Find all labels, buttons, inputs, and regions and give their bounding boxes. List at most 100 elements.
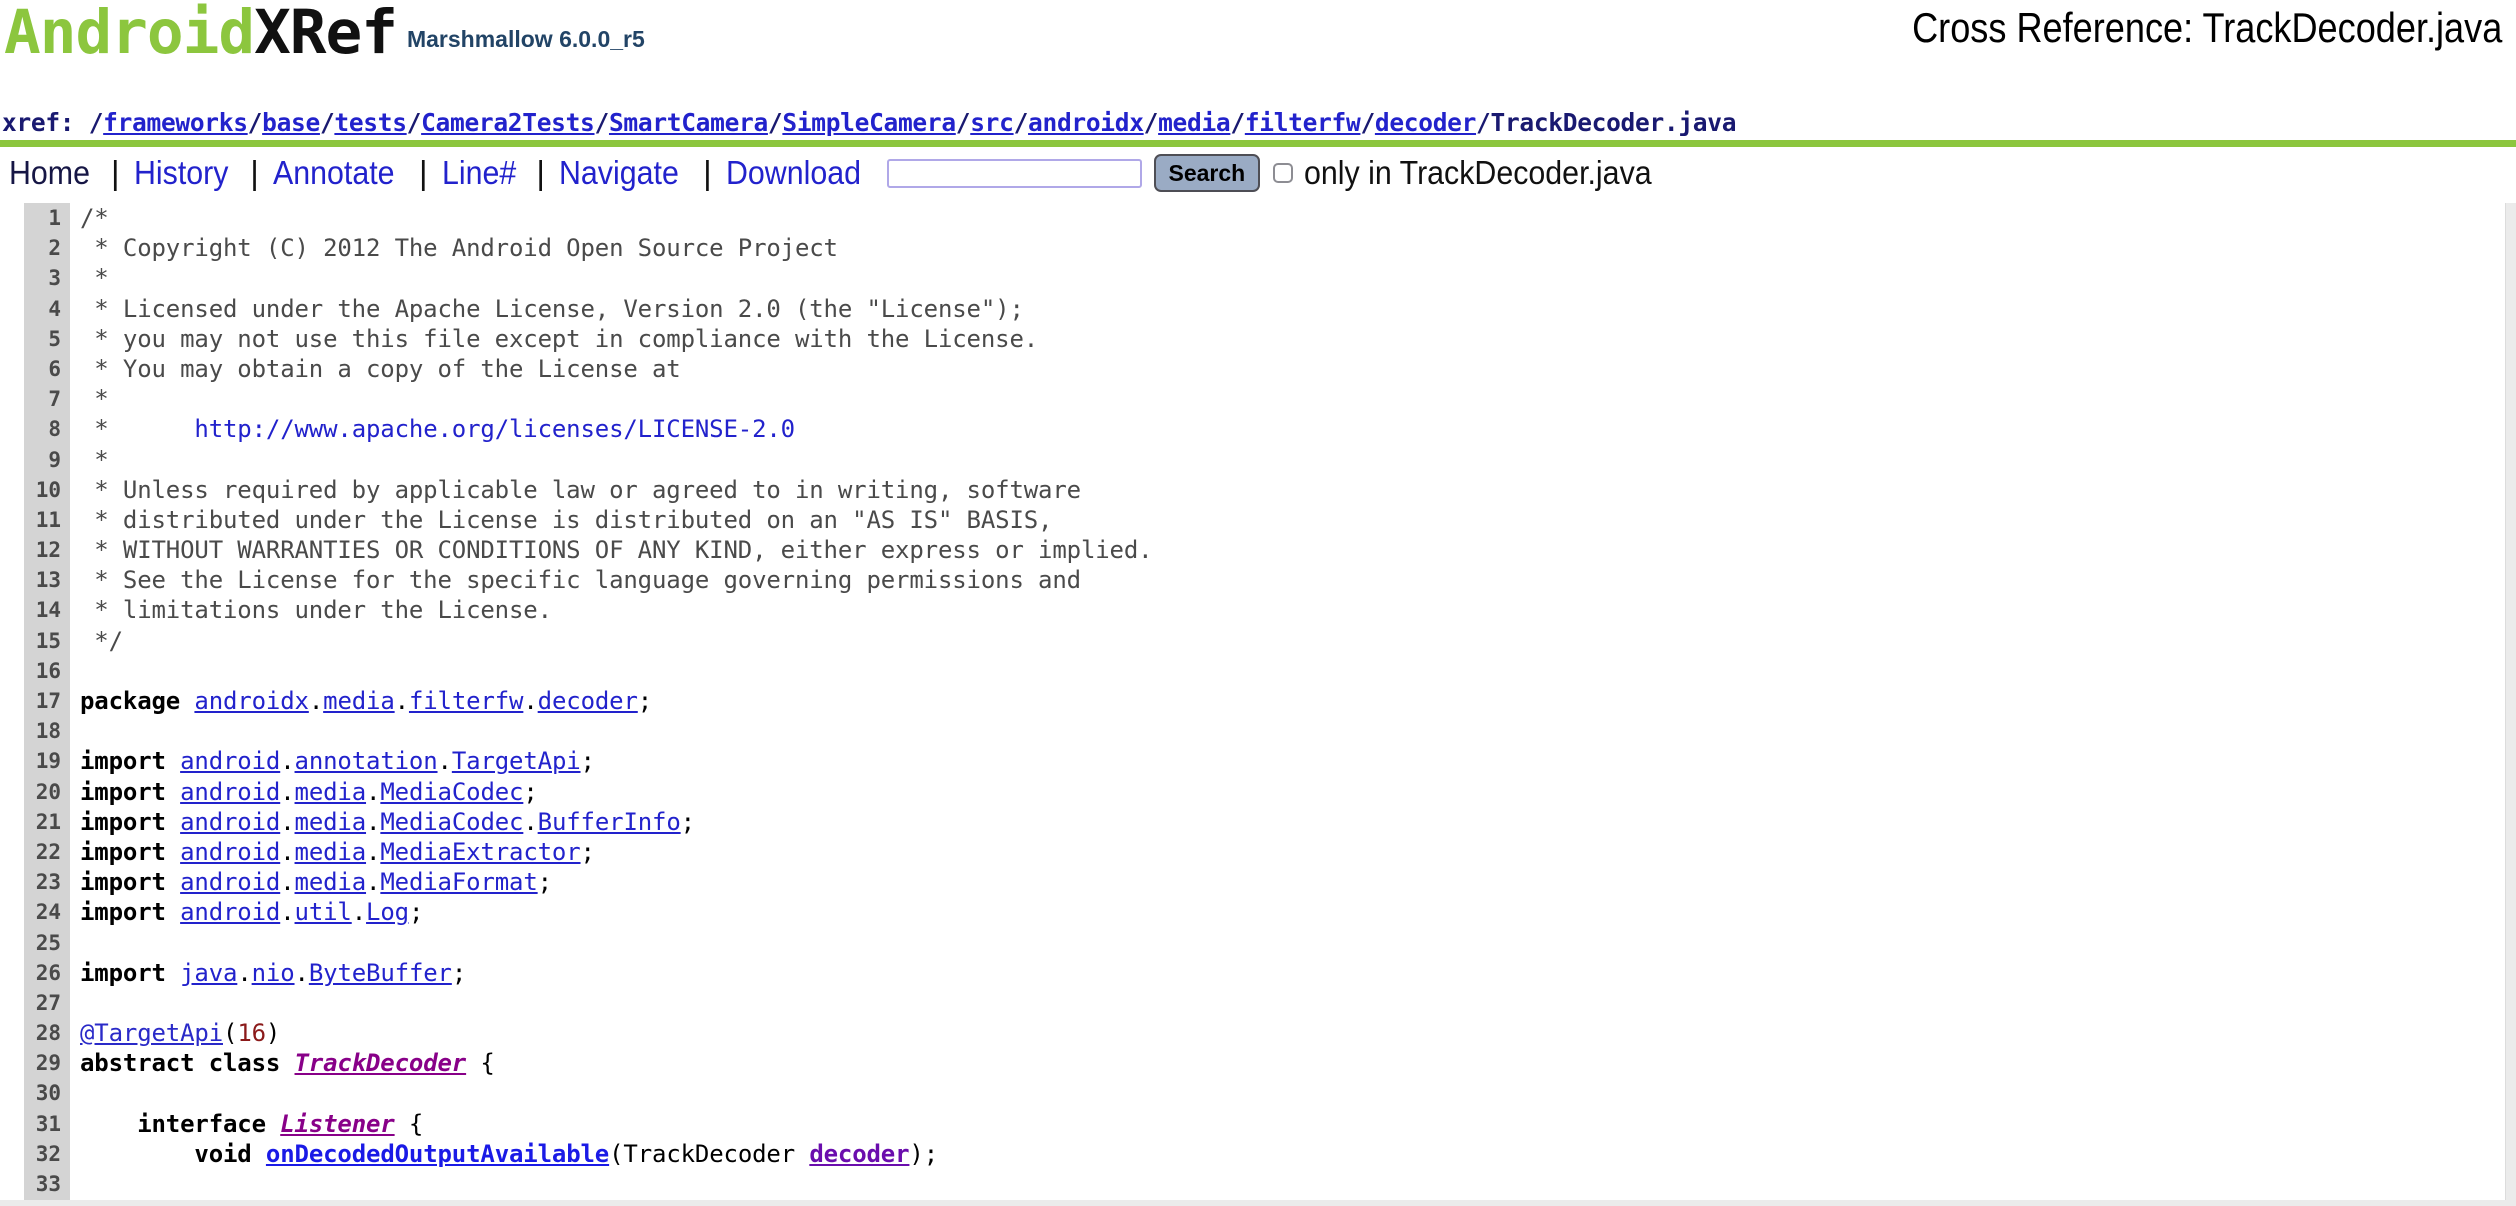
nav-item-annotate[interactable]: Annotate bbox=[273, 154, 395, 192]
line-number[interactable]: 24 bbox=[0, 897, 70, 927]
token-ident[interactable]: android bbox=[180, 838, 280, 866]
line-number[interactable]: 15 bbox=[0, 626, 70, 656]
only-in-file-checkbox[interactable] bbox=[1273, 163, 1294, 183]
breadcrumb-segment-frameworks[interactable]: frameworks bbox=[103, 108, 248, 137]
line-content: abstract class TrackDecoder { bbox=[70, 1048, 495, 1078]
token-ident[interactable]: android bbox=[180, 868, 280, 896]
source-code-viewer[interactable]: 1/* 2 * Copyright (C) 2012 The Android Op… bbox=[0, 203, 2516, 1206]
breadcrumb-segment-camera2tests[interactable]: Camera2Tests bbox=[421, 108, 595, 137]
token-ident[interactable]: MediaExtractor bbox=[380, 838, 580, 866]
breadcrumb-segment-tests[interactable]: tests bbox=[334, 108, 407, 137]
token-ident[interactable]: MediaCodec bbox=[380, 778, 523, 806]
breadcrumb-segment-filterfw[interactable]: filterfw bbox=[1245, 108, 1361, 137]
token-ident[interactable]: MediaFormat bbox=[380, 868, 537, 896]
token-var[interactable]: decoder bbox=[809, 1140, 909, 1168]
token-ident[interactable]: android bbox=[180, 778, 280, 806]
token-anno[interactable]: @TargetApi bbox=[80, 1019, 223, 1047]
token-ident[interactable]: media bbox=[295, 838, 367, 866]
androidxref-logo[interactable]: AndroidXRef Marshmallow 6.0.0_r5 bbox=[4, 2, 645, 63]
line-number[interactable]: 2 bbox=[0, 233, 70, 263]
line-number[interactable]: 19 bbox=[0, 746, 70, 776]
token-type[interactable]: TrackDecoder bbox=[295, 1049, 467, 1077]
vertical-scrollbar[interactable] bbox=[2505, 203, 2516, 1206]
line-number[interactable]: 32 bbox=[0, 1139, 70, 1169]
line-number[interactable]: 6 bbox=[0, 354, 70, 384]
token-ident[interactable]: androidx bbox=[194, 687, 309, 715]
line-content: * See the License for the specific langu… bbox=[70, 565, 1081, 595]
token-ident[interactable]: TargetApi bbox=[452, 747, 581, 775]
line-number[interactable]: 3 bbox=[0, 263, 70, 293]
token-ident[interactable]: android bbox=[180, 747, 280, 775]
token-ident[interactable]: util bbox=[295, 898, 352, 926]
line-number[interactable]: 17 bbox=[0, 686, 70, 716]
token-func[interactable]: onDecodedOutputAvailable bbox=[266, 1140, 609, 1168]
line-number[interactable]: 12 bbox=[0, 535, 70, 565]
breadcrumb-separator: / bbox=[594, 108, 610, 137]
token-ident[interactable]: decoder bbox=[538, 687, 638, 715]
line-number[interactable]: 30 bbox=[0, 1078, 70, 1108]
token-link[interactable]: http://www.apache.org/licenses/LICENSE-2… bbox=[194, 415, 795, 443]
line-number[interactable]: 22 bbox=[0, 837, 70, 867]
line-number[interactable]: 29 bbox=[0, 1048, 70, 1078]
horizontal-scrollbar[interactable] bbox=[0, 1200, 2516, 1206]
token-comment: * bbox=[80, 264, 109, 293]
token-ident[interactable]: android bbox=[180, 898, 280, 926]
line-number[interactable]: 28 bbox=[0, 1018, 70, 1048]
token-ident[interactable]: java bbox=[180, 959, 237, 987]
breadcrumb-segment-smartcamera[interactable]: SmartCamera bbox=[609, 108, 768, 137]
code-line: 12 * WITHOUT WARRANTIES OR CONDITIONS OF… bbox=[0, 535, 2516, 565]
line-content: @TargetApi(16) bbox=[70, 1018, 280, 1048]
line-content: * You may obtain a copy of the License a… bbox=[70, 354, 680, 384]
line-number[interactable]: 1 bbox=[0, 203, 70, 233]
nav-item-history[interactable]: History bbox=[134, 154, 228, 192]
token-punct: . bbox=[523, 687, 538, 715]
breadcrumb-segment-src[interactable]: src bbox=[970, 108, 1014, 137]
token-ident[interactable]: media bbox=[295, 778, 367, 806]
logo-android-text: Android bbox=[4, 0, 255, 68]
line-number[interactable]: 11 bbox=[0, 505, 70, 535]
line-number[interactable]: 20 bbox=[0, 777, 70, 807]
token-ident[interactable]: nio bbox=[252, 959, 295, 987]
breadcrumb-segment-androidx[interactable]: androidx bbox=[1028, 108, 1144, 137]
token-ident[interactable]: filterfw bbox=[409, 687, 524, 715]
nav-item-home[interactable]: Home bbox=[9, 154, 90, 192]
token-ident[interactable]: media bbox=[295, 868, 367, 896]
nav-item-navigate[interactable]: Navigate bbox=[559, 154, 679, 192]
token-ident[interactable]: MediaCodec bbox=[380, 808, 523, 836]
nav-item-line[interactable]: Line# bbox=[442, 154, 516, 192]
line-number[interactable]: 21 bbox=[0, 807, 70, 837]
line-number[interactable]: 27 bbox=[0, 988, 70, 1018]
breadcrumb-segment-media[interactable]: media bbox=[1158, 108, 1231, 137]
breadcrumb-segment-decoder[interactable]: decoder bbox=[1375, 108, 1476, 137]
token-ident[interactable]: media bbox=[295, 808, 367, 836]
line-number[interactable]: 18 bbox=[0, 716, 70, 746]
line-number[interactable]: 16 bbox=[0, 656, 70, 686]
breadcrumb-segment-simplecamera[interactable]: SimpleCamera bbox=[782, 108, 956, 137]
token-ident[interactable]: BufferInfo bbox=[538, 808, 681, 836]
line-number[interactable]: 13 bbox=[0, 565, 70, 595]
line-number[interactable]: 33 bbox=[0, 1169, 70, 1199]
line-number[interactable]: 9 bbox=[0, 445, 70, 475]
line-number[interactable]: 23 bbox=[0, 867, 70, 897]
token-ident[interactable]: android bbox=[180, 808, 280, 836]
line-number[interactable]: 8 bbox=[0, 414, 70, 444]
token-ident[interactable]: ByteBuffer bbox=[309, 959, 452, 987]
nav-item-download[interactable]: Download bbox=[726, 154, 861, 192]
token-punct: ; bbox=[637, 687, 653, 715]
token-ident[interactable]: Log bbox=[366, 898, 409, 926]
search-input[interactable] bbox=[886, 158, 1142, 188]
search-button[interactable]: Search bbox=[1153, 154, 1261, 192]
line-number[interactable]: 26 bbox=[0, 958, 70, 988]
token-ident[interactable]: media bbox=[323, 687, 395, 715]
line-number[interactable]: 25 bbox=[0, 928, 70, 958]
line-number[interactable]: 31 bbox=[0, 1109, 70, 1139]
line-number[interactable]: 10 bbox=[0, 475, 70, 505]
line-number[interactable]: 5 bbox=[0, 324, 70, 354]
line-number[interactable]: 4 bbox=[0, 294, 70, 324]
token-ident[interactable]: annotation bbox=[295, 747, 438, 775]
line-number[interactable]: 14 bbox=[0, 595, 70, 625]
line-number[interactable]: 7 bbox=[0, 384, 70, 414]
breadcrumb-segment-base[interactable]: base bbox=[262, 108, 320, 137]
token-type[interactable]: Listener bbox=[280, 1110, 395, 1138]
